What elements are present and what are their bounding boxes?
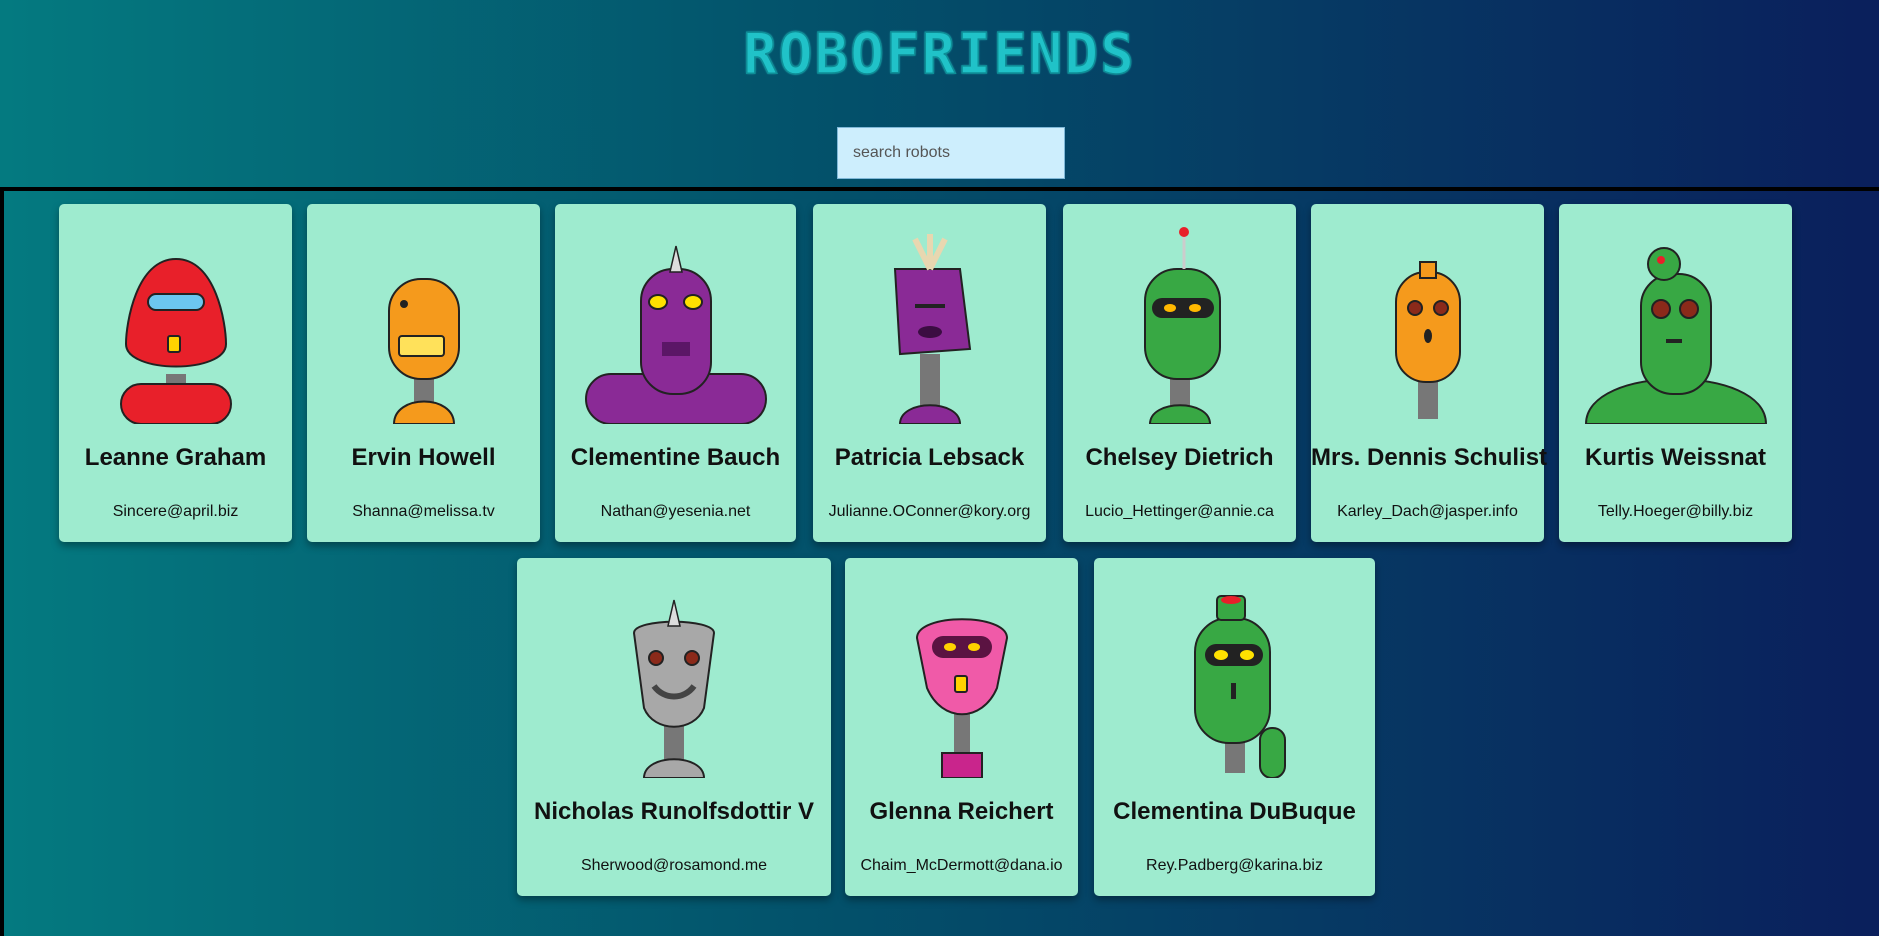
robot-email: Karley_Dach@jasper.info xyxy=(1337,503,1518,520)
robot-avatar xyxy=(555,224,796,424)
robot-name: Clementina DuBuque xyxy=(1113,798,1356,825)
robot-avatar xyxy=(1094,578,1375,778)
search-input[interactable] xyxy=(837,127,1065,179)
robot-avatar xyxy=(813,224,1046,424)
robot-name: Nicholas Runolfsdottir V xyxy=(533,798,814,825)
robot-name: Kurtis Weissnat xyxy=(1585,444,1766,471)
robot-card: Mrs. Dennis Schulist Karley_Dach@jasper.… xyxy=(1311,204,1548,542)
robot-email: Julianne.OConner@kory.org xyxy=(828,503,1031,520)
robot-name: Leanne Graham xyxy=(84,444,267,471)
robot-email: Sherwood@rosamond.me xyxy=(580,857,768,874)
robot-email: Nathan@yesenia.net xyxy=(600,503,751,520)
robot-card: Nicholas Runolfsdottir V Sherwood@rosamo… xyxy=(517,558,831,896)
robot-card: Clementina DuBuque Rey.Padberg@karina.bi… xyxy=(1094,558,1375,896)
app-logo: ROBOFRIENDS xyxy=(742,21,1136,88)
robot-avatar xyxy=(307,224,540,424)
robot-name: Mrs. Dennis Schulist xyxy=(1311,444,1548,471)
robot-email: Sincere@april.biz xyxy=(112,503,239,520)
robot-avatar xyxy=(517,578,831,778)
robot-name: Clementine Bauch xyxy=(570,444,781,471)
robot-card: Leanne Graham Sincere@april.biz xyxy=(59,204,292,542)
robot-list-scroll-area[interactable]: Leanne Graham Sincere@april.biz Ervin Ho… xyxy=(0,187,1879,936)
robot-card: Patricia Lebsack Julianne.OConner@kory.o… xyxy=(813,204,1046,542)
robot-email: Rey.Padberg@karina.biz xyxy=(1146,857,1323,874)
robot-email: Lucio_Hettinger@annie.ca xyxy=(1085,503,1274,520)
robot-name: Chelsey Dietrich xyxy=(1085,444,1274,471)
robot-email: Telly.Hoeger@billy.biz xyxy=(1597,503,1754,520)
robot-avatar xyxy=(845,578,1078,778)
robot-card: Kurtis Weissnat Telly.Hoeger@billy.biz xyxy=(1559,204,1792,542)
robot-card: Ervin Howell Shanna@melissa.tv xyxy=(307,204,540,542)
robot-avatar xyxy=(1311,224,1544,424)
robot-avatar xyxy=(59,224,292,424)
robot-card: Glenna Reichert Chaim_McDermott@dana.io xyxy=(845,558,1078,896)
robot-name: Ervin Howell xyxy=(351,444,496,471)
robot-email: Chaim_McDermott@dana.io xyxy=(860,857,1063,874)
robot-card: Chelsey Dietrich Lucio_Hettinger@annie.c… xyxy=(1063,204,1296,542)
robot-name: Glenna Reichert xyxy=(869,798,1054,825)
robot-card: Clementine Bauch Nathan@yesenia.net xyxy=(555,204,796,542)
robot-avatar xyxy=(1063,224,1296,424)
robot-avatar xyxy=(1559,224,1792,424)
robot-email: Shanna@melissa.tv xyxy=(352,503,495,520)
header: ROBOFRIENDS xyxy=(0,0,1879,187)
robot-name: Patricia Lebsack xyxy=(834,444,1025,471)
